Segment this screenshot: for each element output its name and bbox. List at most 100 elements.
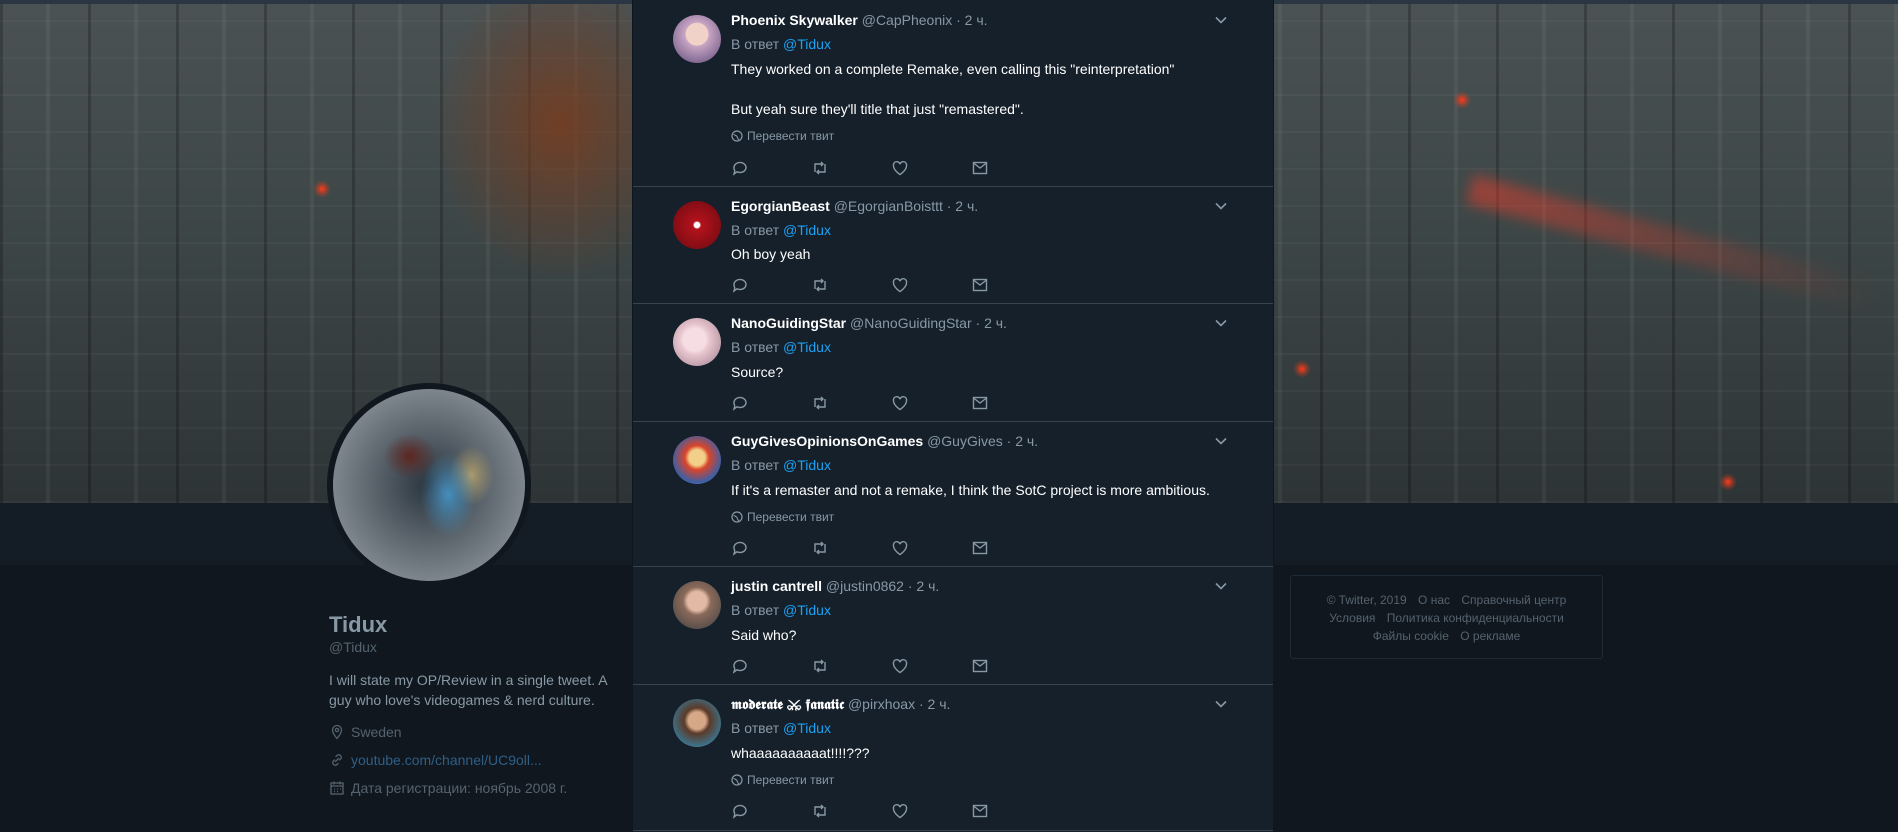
tweet-avatar[interactable] <box>673 318 721 366</box>
reply-button[interactable] <box>731 538 811 558</box>
reply-label: В ответ <box>731 457 780 473</box>
reply-mention[interactable]: @Tidux <box>783 457 831 473</box>
profile-handle[interactable]: @Tidux <box>329 639 377 655</box>
profile-website-link[interactable]: youtube.com/channel/UC9oll... <box>351 752 542 768</box>
message-button[interactable] <box>971 538 1051 558</box>
reply-mention[interactable]: @Tidux <box>783 222 831 238</box>
translate-tweet[interactable]: Перевести твит <box>731 129 834 143</box>
tweet[interactable]: justin cantrell @justin0862 · 2 ч. В отв… <box>633 566 1273 685</box>
reply-label: В ответ <box>731 339 780 355</box>
tweet-timestamp[interactable]: · 2 ч. <box>919 696 950 712</box>
retweet-button[interactable] <box>811 275 891 295</box>
retweet-button[interactable] <box>811 393 891 413</box>
message-button[interactable] <box>971 656 1051 676</box>
reply-button[interactable] <box>731 393 811 413</box>
like-button[interactable] <box>891 158 971 178</box>
reply-context: В ответ @Tidux <box>731 720 831 736</box>
reply-mention[interactable]: @Tidux <box>783 602 831 618</box>
location-pin-icon <box>331 724 343 740</box>
tweet-header: Phoenix Skywalker @CapPheonix · 2 ч. <box>731 12 988 28</box>
tweet[interactable]: GuyGivesOpinionsOnGames @GuyGives · 2 ч.… <box>633 421 1273 567</box>
chevron-down-icon[interactable] <box>1213 433 1229 449</box>
retweet-button[interactable] <box>811 801 891 821</box>
footer-link-help[interactable]: Справочный центр <box>1461 593 1566 607</box>
reply-mention[interactable]: @Tidux <box>783 339 831 355</box>
tweet-author-name[interactable]: 𝖒𝖔𝖉𝖊𝖗𝖆𝖙𝖊 ⚔ 𝖋𝖆𝖓𝖆𝖙𝖎𝖈 <box>731 696 844 712</box>
tweet-author-name[interactable]: Phoenix Skywalker <box>731 12 858 28</box>
reply-button[interactable] <box>731 275 811 295</box>
translate-tweet[interactable]: Перевести твит <box>731 773 834 787</box>
profile-avatar[interactable] <box>327 383 531 587</box>
reply-button[interactable] <box>731 656 811 676</box>
tweet-author-name[interactable]: justin cantrell <box>731 578 822 594</box>
tweet[interactable]: EgorgianBeast @EgorgianBoisttt · 2 ч. В … <box>633 186 1273 304</box>
like-button[interactable] <box>891 393 971 413</box>
message-button[interactable] <box>971 393 1051 413</box>
profile-name[interactable]: Tidux <box>329 612 387 638</box>
tweet-timestamp[interactable]: · 2 ч. <box>1007 433 1038 449</box>
tweet-avatar[interactable] <box>673 699 721 747</box>
tweet-timestamp[interactable]: · 2 ч. <box>956 12 987 28</box>
chevron-down-icon[interactable] <box>1213 198 1229 214</box>
envelope-icon <box>972 659 988 673</box>
footer-link-about[interactable]: О нас <box>1418 593 1450 607</box>
chevron-down-icon[interactable] <box>1213 12 1229 28</box>
tweet-timestamp[interactable]: · 2 ч. <box>947 198 978 214</box>
tweet-avatar[interactable] <box>673 201 721 249</box>
translate-label[interactable]: Перевести твит <box>747 510 834 524</box>
footer-link-terms[interactable]: Условия <box>1329 611 1375 625</box>
chevron-down-icon[interactable] <box>1213 315 1229 331</box>
envelope-icon <box>972 804 988 818</box>
tweet-avatar[interactable] <box>673 436 721 484</box>
tweet-timestamp[interactable]: · 2 ч. <box>976 315 1007 331</box>
translate-label[interactable]: Перевести твит <box>747 129 834 143</box>
profile-location: Sweden <box>329 724 402 740</box>
tweet[interactable]: Phoenix Skywalker @CapPheonix · 2 ч. В о… <box>633 0 1273 187</box>
chevron-down-icon[interactable] <box>1213 578 1229 594</box>
retweet-button[interactable] <box>811 538 891 558</box>
tweet-actions <box>731 538 1051 558</box>
like-button[interactable] <box>891 275 971 295</box>
like-button[interactable] <box>891 538 971 558</box>
like-button[interactable] <box>891 656 971 676</box>
message-button[interactable] <box>971 275 1051 295</box>
footer-link-ads[interactable]: О рекламе <box>1460 629 1520 643</box>
reply-icon <box>732 804 747 819</box>
footer-link-cookies[interactable]: Файлы cookie <box>1373 629 1449 643</box>
tweet-header: 𝖒𝖔𝖉𝖊𝖗𝖆𝖙𝖊 ⚔ 𝖋𝖆𝖓𝖆𝖙𝖎𝖈 @pirxhoax · 2 ч. <box>731 696 950 713</box>
reply-button[interactable] <box>731 158 811 178</box>
message-button[interactable] <box>971 801 1051 821</box>
translate-label[interactable]: Перевести твит <box>747 773 834 787</box>
tweet-author-handle[interactable]: @justin0862 <box>826 578 904 594</box>
tweet-header: NanoGuidingStar @NanoGuidingStar · 2 ч. <box>731 315 1007 331</box>
chevron-down-icon[interactable] <box>1213 696 1229 712</box>
tweet-author-handle[interactable]: @pirxhoax <box>848 696 915 712</box>
like-button[interactable] <box>891 801 971 821</box>
header-laser-glow <box>1466 174 1880 313</box>
tweet-author-name[interactable]: GuyGivesOpinionsOnGames <box>731 433 923 449</box>
retweet-button[interactable] <box>811 158 891 178</box>
footer-link-privacy[interactable]: Политика конфиденциальности <box>1387 611 1564 625</box>
tweet-timestamp[interactable]: · 2 ч. <box>908 578 939 594</box>
heart-icon <box>892 277 908 293</box>
tweet-author-handle[interactable]: @CapPheonix <box>862 12 953 28</box>
reply-mention[interactable]: @Tidux <box>783 36 831 52</box>
tweet-avatar[interactable] <box>673 15 721 63</box>
tweet-author-handle[interactable]: @GuyGives <box>927 433 1003 449</box>
tweet-author-name[interactable]: EgorgianBeast <box>731 198 830 214</box>
retweet-button[interactable] <box>811 656 891 676</box>
profile-joined: Дата регистрации: ноябрь 2008 г. <box>329 780 567 796</box>
tweet-author-name[interactable]: NanoGuidingStar <box>731 315 846 331</box>
retweet-icon <box>814 659 826 673</box>
retweet-icon <box>814 804 826 818</box>
tweet[interactable]: NanoGuidingStar @NanoGuidingStar · 2 ч. … <box>633 303 1273 422</box>
message-button[interactable] <box>971 158 1051 178</box>
translate-tweet[interactable]: Перевести твит <box>731 510 834 524</box>
reply-mention[interactable]: @Tidux <box>783 720 831 736</box>
tweet-author-handle[interactable]: @EgorgianBoisttt <box>834 198 943 214</box>
tweet[interactable]: 𝖒𝖔𝖉𝖊𝖗𝖆𝖙𝖊 ⚔ 𝖋𝖆𝖓𝖆𝖙𝖎𝖈 @pirxhoax · 2 ч. В от… <box>633 684 1273 831</box>
tweet-avatar[interactable] <box>673 581 721 629</box>
tweet-author-handle[interactable]: @NanoGuidingStar <box>850 315 972 331</box>
profile-website[interactable]: youtube.com/channel/UC9oll... <box>329 752 542 768</box>
reply-button[interactable] <box>731 801 811 821</box>
